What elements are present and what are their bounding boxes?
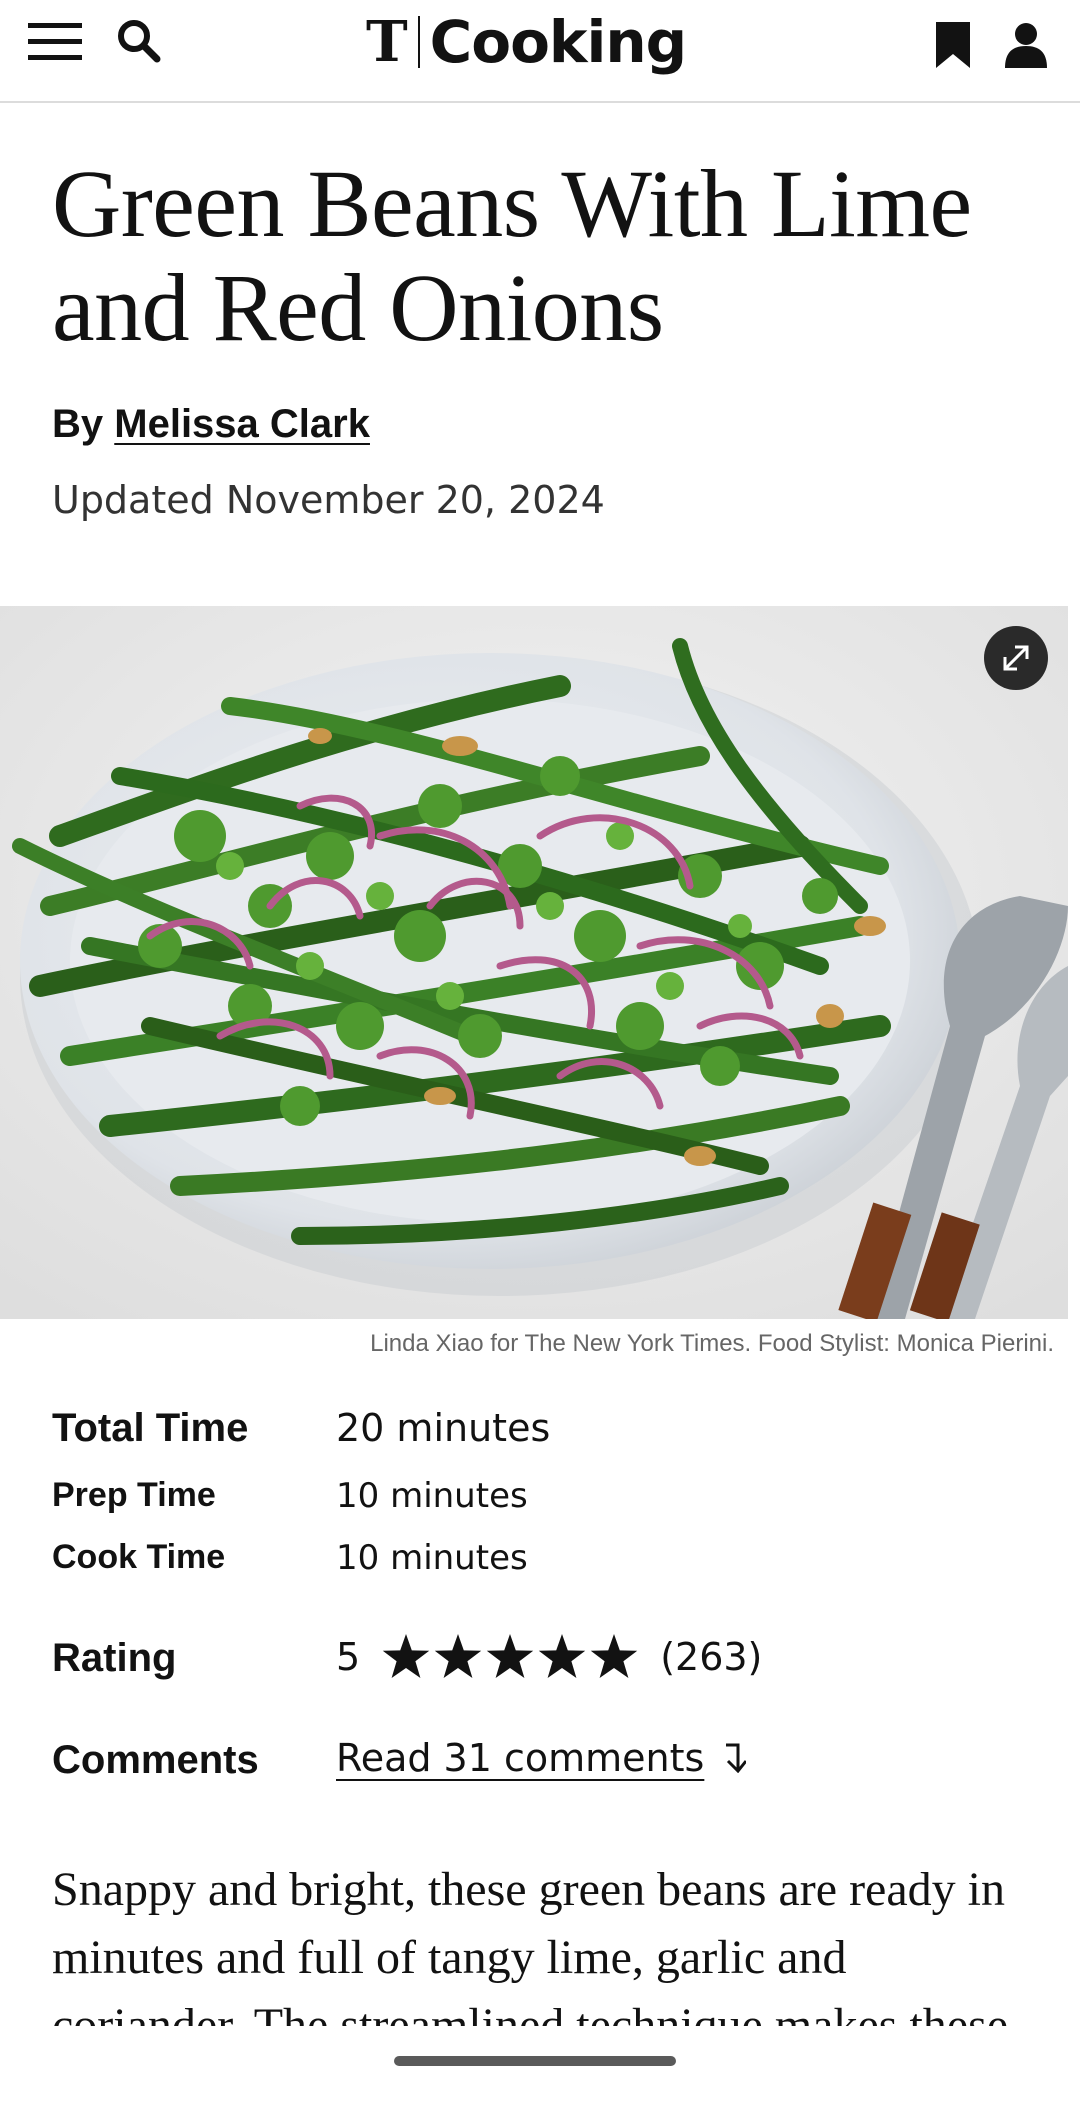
- search-icon: [118, 20, 161, 63]
- rating-row[interactable]: 5 (263): [336, 1634, 762, 1680]
- rating-value: 5: [336, 1635, 361, 1679]
- top-navigation-bar: T Cooking: [0, 0, 1080, 103]
- byline: By Melissa Clark: [52, 402, 370, 447]
- star-icon: [486, 1634, 534, 1678]
- author-link[interactable]: Melissa Clark: [114, 402, 370, 446]
- rating-label: Rating: [52, 1636, 177, 1680]
- rating-stars: [382, 1634, 638, 1680]
- recipe-hero-image[interactable]: [0, 606, 1068, 1319]
- read-comments-text: Read 31 comments: [336, 1736, 705, 1780]
- recipe-title: Green Beans With Lime and Red Onions: [52, 150, 972, 361]
- read-comments-link[interactable]: Read 31 comments: [336, 1736, 747, 1780]
- hamburger-icon: [28, 23, 82, 60]
- bottom-safe-area: [0, 2030, 1080, 2111]
- nyt-t-mark: T: [366, 9, 408, 75]
- total-time-label: Total Time: [52, 1406, 249, 1450]
- logo-wordmark: Cooking: [429, 8, 688, 76]
- star-icon: [434, 1634, 482, 1678]
- expand-icon: [1003, 645, 1029, 671]
- updated-date: Updated November 20, 2024: [52, 478, 605, 522]
- star-icon: [538, 1634, 586, 1678]
- home-indicator[interactable]: [394, 2056, 676, 2066]
- account-button[interactable]: [996, 14, 1056, 76]
- star-icon: [382, 1634, 430, 1678]
- photo-credit: Linda Xiao for The New York Times. Food …: [370, 1330, 1054, 1357]
- recipe-description: Snappy and bright, these green beans are…: [52, 1863, 1009, 2026]
- save-recipe-button[interactable]: [926, 14, 980, 76]
- green-beans-platter-illustration: [0, 606, 1068, 1319]
- cook-time-value: 10 minutes: [336, 1538, 528, 1578]
- account-icon: [1005, 23, 1047, 68]
- comments-label: Comments: [52, 1738, 259, 1782]
- nyt-cooking-logo[interactable]: T Cooking: [366, 6, 688, 78]
- search-button[interactable]: [112, 14, 166, 68]
- star-icon: [590, 1634, 638, 1678]
- arrow-down-icon: [726, 1743, 747, 1773]
- bookmark-icon: [936, 22, 970, 68]
- byline-prefix: By: [52, 402, 104, 446]
- prep-time-label: Prep Time: [52, 1476, 216, 1514]
- rating-count: (263): [660, 1635, 763, 1679]
- menu-button[interactable]: [26, 14, 84, 68]
- expand-image-button[interactable]: [984, 626, 1048, 690]
- prep-time-value: 10 minutes: [336, 1476, 528, 1516]
- total-time-value: 20 minutes: [336, 1406, 551, 1450]
- logo-divider: [417, 16, 420, 68]
- cook-time-label: Cook Time: [52, 1538, 226, 1576]
